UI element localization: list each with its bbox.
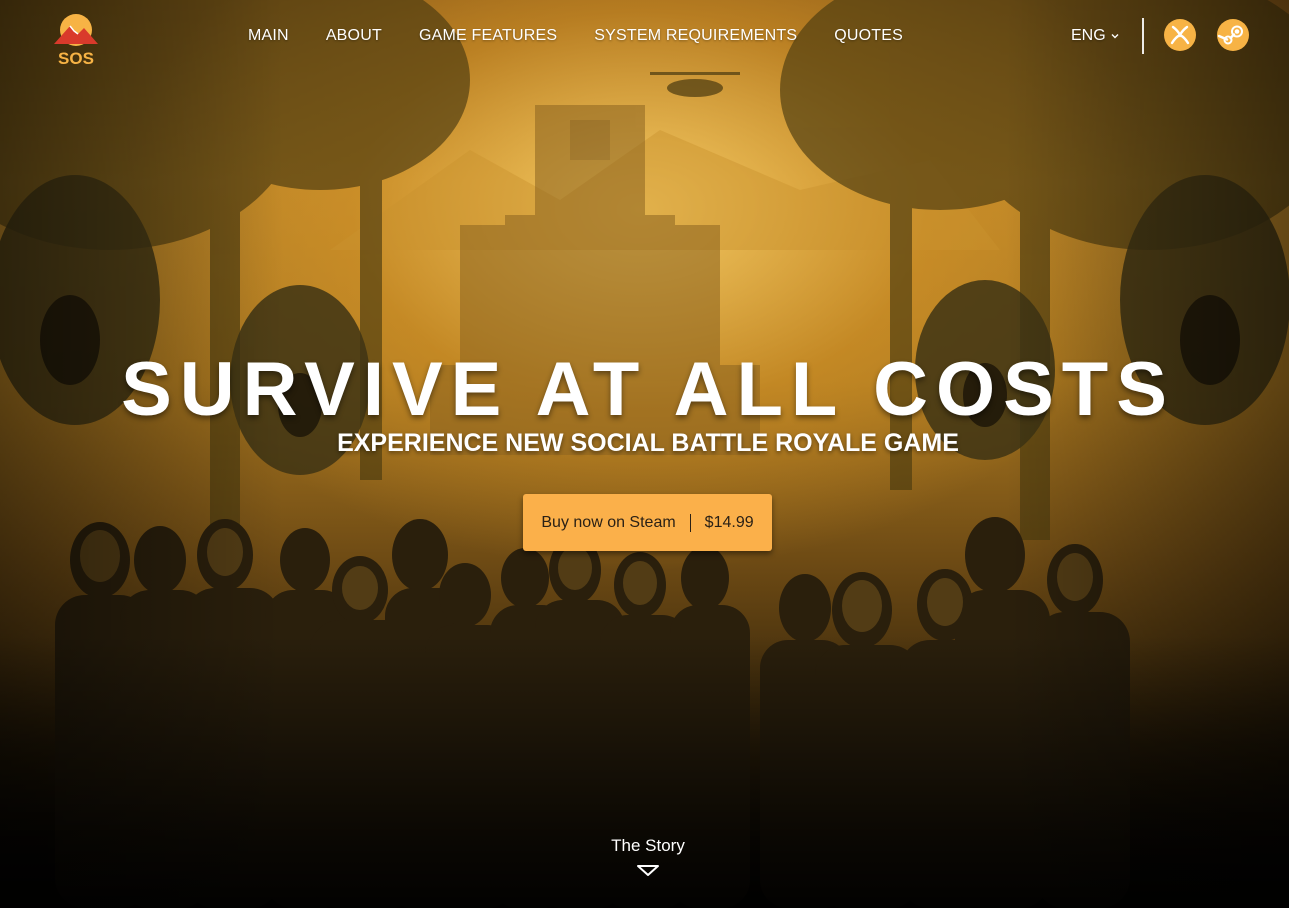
main-nav: MAIN ABOUT GAME FEATURES SYSTEM REQUIREM… [248, 27, 940, 45]
buy-button-label: Buy now on Steam [541, 513, 676, 531]
logo-text: SOS [58, 49, 94, 66]
sos-logo[interactable]: SOS [48, 10, 104, 68]
nav-game-features[interactable]: GAME FEATURES [419, 27, 557, 45]
buy-button-separator [689, 513, 691, 532]
chevron-down-icon [1111, 34, 1119, 39]
language-label: ENG [1071, 27, 1106, 44]
story-link[interactable]: The Story [548, 836, 748, 856]
nav-about[interactable]: ABOUT [326, 27, 382, 45]
chevron-down-icon[interactable] [636, 864, 660, 878]
nav-main[interactable]: MAIN [248, 27, 289, 45]
language-selector[interactable]: ENG [1071, 27, 1120, 45]
xbox-icon [1165, 20, 1195, 50]
landing-page: SOS MAIN ABOUT GAME FEATURES SYSTEM REQU… [0, 0, 1289, 908]
xbox-button[interactable] [1164, 19, 1196, 51]
hero-title: SURVIVE AT ALL COSTS [121, 347, 1175, 432]
nav-quotes[interactable]: QUOTES [834, 27, 903, 45]
hero-subtitle: EXPERIENCE NEW SOCIAL BATTLE ROYALE GAME [337, 429, 959, 457]
buy-on-steam-button[interactable]: Buy now on Steam $14.99 [523, 494, 772, 551]
steam-icon [1217, 20, 1248, 50]
site-header: SOS MAIN ABOUT GAME FEATURES SYSTEM REQU… [0, 0, 1289, 78]
steam-button[interactable] [1217, 19, 1249, 51]
header-divider [1142, 18, 1144, 54]
price-label: $14.99 [704, 513, 754, 531]
nav-system-requirements[interactable]: SYSTEM REQUIREMENTS [594, 27, 797, 45]
